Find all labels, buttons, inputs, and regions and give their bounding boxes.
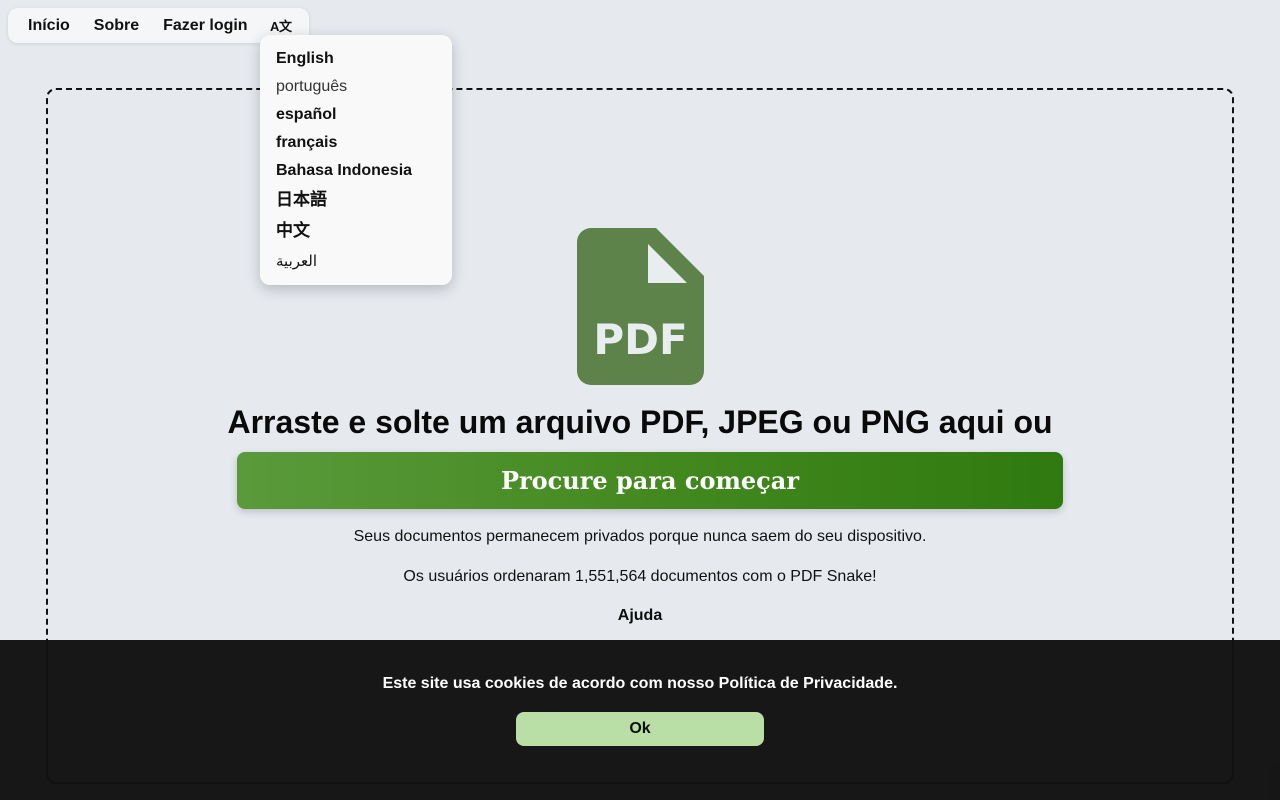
language-option-indonesian[interactable]: Bahasa Indonesia [260, 161, 452, 189]
pdf-file-icon: PDF [577, 228, 704, 385]
nav-login-link[interactable]: Fazer login [163, 17, 247, 35]
translate-icon: A 文 [270, 19, 293, 35]
language-option-spanish[interactable]: español [260, 105, 452, 133]
nav-home-link[interactable]: Início [28, 17, 70, 35]
browse-button[interactable]: Procure para começar [237, 452, 1063, 509]
privacy-note: Seus documentos permanecem privados porq… [353, 528, 927, 545]
stats-note: Os usuários ordenaram 1,551,564 document… [403, 568, 877, 585]
language-dropdown-menu: English português español français Bahas… [260, 35, 452, 285]
cookie-banner: Este site usa cookies de acordo com noss… [0, 640, 1280, 800]
nav-about-link[interactable]: Sobre [94, 17, 139, 35]
cookie-message: Este site usa cookies de acordo com noss… [382, 675, 898, 692]
language-option-japanese[interactable]: 日本語 [260, 189, 452, 220]
language-option-arabic[interactable]: العربية [260, 251, 452, 279]
pdf-icon-label: PDF [593, 315, 687, 364]
language-option-french[interactable]: français [260, 133, 452, 161]
drop-headline: Arraste e solte um arquivo PDF, JPEG ou … [227, 404, 1053, 440]
cookie-ok-button[interactable]: Ok [516, 712, 764, 746]
help-link[interactable]: Ajuda [0, 607, 1280, 625]
language-option-chinese[interactable]: 中文 [260, 220, 452, 251]
language-option-english[interactable]: English [260, 49, 452, 77]
language-toggle-button[interactable]: A 文 [270, 17, 294, 35]
svg-text:文: 文 [279, 19, 293, 35]
language-option-portuguese[interactable]: português [260, 77, 452, 105]
